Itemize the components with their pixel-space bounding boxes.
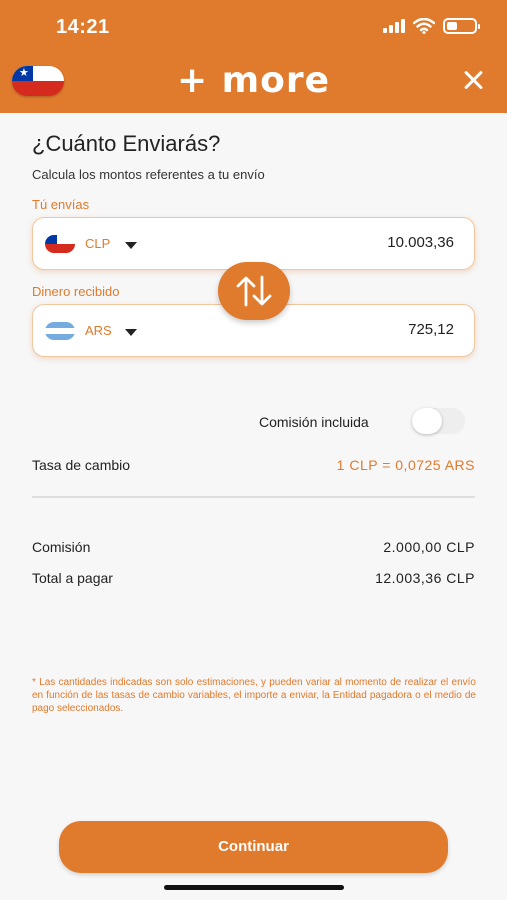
divider xyxy=(32,496,475,498)
commission-value: 2.000,00 CLP xyxy=(383,539,475,555)
commission-toggle[interactable] xyxy=(412,408,465,434)
receive-currency-select[interactable]: ARS xyxy=(85,323,112,338)
home-indicator[interactable] xyxy=(164,885,344,890)
chevron-down-icon[interactable] xyxy=(125,329,137,336)
commission-toggle-label: Comisión incluida xyxy=(259,414,369,430)
swap-currency-button[interactable] xyxy=(218,262,290,320)
close-icon[interactable] xyxy=(459,66,487,94)
rate-value: 1 CLP = 0,0725 ARS xyxy=(336,457,475,473)
battery-icon xyxy=(443,18,480,34)
argentina-flag-icon xyxy=(45,322,75,340)
send-currency-select[interactable]: CLP xyxy=(85,236,110,251)
toggle-knob xyxy=(412,408,442,434)
chevron-down-icon[interactable] xyxy=(125,242,137,249)
app-logo: + more xyxy=(176,60,331,101)
signal-icon xyxy=(383,19,405,33)
continue-button[interactable]: Continuar xyxy=(59,821,448,873)
disclaimer-text: * Las cantidades indicadas son solo esti… xyxy=(32,677,476,714)
total-label: Total a pagar xyxy=(32,570,113,586)
wifi-icon xyxy=(413,18,435,34)
status-icons xyxy=(383,18,480,34)
page-title: ¿Cuánto Enviarás? xyxy=(32,131,221,156)
page-subtitle: Calcula los montos referentes a tu envío xyxy=(32,167,265,182)
commission-label: Comisión xyxy=(32,539,91,555)
status-time: 14:21 xyxy=(56,16,110,38)
app-header: 14:21 ★ + more xyxy=(0,0,507,113)
receive-amount-input[interactable]: 725,12 xyxy=(408,321,454,338)
total-value: 12.003,36 CLP xyxy=(375,570,475,586)
chile-flag-icon xyxy=(45,235,75,253)
receive-label: Dinero recibido xyxy=(32,284,120,299)
send-amount-input[interactable]: 10.003,36 xyxy=(387,234,454,251)
swap-arrows-icon xyxy=(236,275,272,307)
send-label: Tú envías xyxy=(32,197,90,212)
rate-label: Tasa de cambio xyxy=(32,457,131,473)
